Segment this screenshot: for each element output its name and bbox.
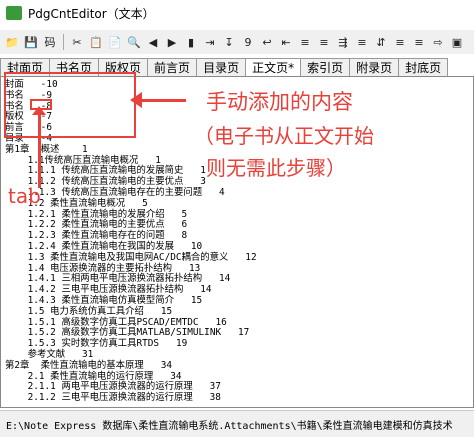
tab-6[interactable]: 索引页 — [301, 58, 351, 77]
find-icon[interactable]: 🔍 — [126, 34, 142, 50]
text-line[interactable]: 第1章 概述 1 — [5, 144, 88, 155]
move-down-icon[interactable]: ↧ — [221, 34, 237, 50]
app-icon — [6, 6, 22, 20]
text-line[interactable]: 1.5 电力系统仿真工具介绍 15 — [5, 306, 173, 317]
tab-annotation-label: tab — [8, 184, 41, 208]
tab-7[interactable]: 附录页 — [350, 58, 400, 77]
annotation-line1: （电子书从正文开始 — [194, 124, 374, 148]
text-line[interactable]: 1.4.1 三相两电平电压源换流器拓扑结构 14 — [5, 274, 231, 284]
back-icon[interactable]: ◀ — [145, 34, 161, 50]
open-file-icon[interactable]: 📁 — [4, 34, 20, 50]
save-icon[interactable]: 💾 — [23, 34, 39, 50]
mark-icon[interactable]: ▮ — [183, 34, 199, 50]
forward-icon[interactable]: ▶ — [164, 34, 180, 50]
text-line[interactable]: 第2章 柔性直流输电的基本原理 34 — [5, 360, 172, 371]
align-left-icon[interactable]: ≡ — [316, 34, 332, 50]
list-icon-3[interactable]: ≡ — [411, 34, 427, 50]
tab-arrow-line — [38, 108, 41, 188]
annotation-arrow — [136, 99, 186, 102]
encoding-button[interactable]: 码 — [42, 34, 58, 50]
status-bar: E:\Note Express 数据库\柔性直流输电系统.Attachments… — [0, 410, 474, 437]
tab-3[interactable]: 前言页 — [148, 58, 198, 77]
text-line[interactable]: 2.1.1 两电平电压源换流器的运行原理 37 — [5, 382, 221, 392]
file-path: E:\Note Express 数据库\柔性直流输电系统.Attachments… — [6, 420, 453, 432]
arrow-up-icon — [32, 106, 46, 115]
text-line[interactable]: 1.5.3 实时数字仿真工具RTDS 19 — [5, 339, 188, 349]
text-line[interactable]: 1.2.4 柔性直流输电在我国的发展 10 — [5, 242, 203, 252]
annotation-box — [4, 72, 136, 138]
list-icon[interactable]: ≡ — [354, 34, 370, 50]
view-icon[interactable]: ▣ — [449, 34, 465, 50]
text-line[interactable]: 1.1.1 传统高压直流输电的发展简史 1 — [5, 166, 206, 176]
text-line[interactable]: 1.2.2 柔性直流输电的主要优点 6 — [5, 220, 188, 230]
annotation-line2: 则无需此步骤） — [206, 156, 346, 180]
paste-icon[interactable]: 📋 — [88, 34, 104, 50]
list-icon-2[interactable]: ≡ — [392, 34, 408, 50]
arrow-head-icon — [130, 92, 142, 108]
tab-8[interactable]: 封底页 — [399, 58, 449, 77]
tab-5[interactable]: 正文页* — [246, 58, 302, 77]
text-line[interactable]: 参考文献 31 — [5, 350, 94, 360]
text-line[interactable]: 2.1.2 三电平电压源换流器的运行原理 38 — [5, 393, 221, 403]
text-line[interactable]: 1.4.2 三电平电压源换流器拓扑结构 14 — [5, 285, 212, 295]
title-bar: PdgCntEditor（文本） — [0, 0, 474, 26]
toolbar-separator — [63, 34, 64, 50]
text-line[interactable]: 1.4.3 柔性直流输电仿真模型简介 15 — [5, 296, 203, 306]
text-line[interactable]: 1.5.2 高级数字仿真工具MATLAB/SIMULINK 17 — [5, 328, 250, 338]
tab-4[interactable]: 目录页 — [197, 58, 247, 77]
number-icon[interactable]: 9 — [240, 34, 256, 50]
outdent-icon[interactable]: ⇤ — [278, 34, 294, 50]
text-line[interactable]: 1.2.3 柔性直流输电存在的问题 8 — [5, 231, 188, 241]
next-icon[interactable]: ⇨ — [430, 34, 446, 50]
undo-icon[interactable]: ↩ — [259, 34, 275, 50]
sort-icon[interactable]: ⇵ — [373, 34, 389, 50]
expand-icon[interactable]: ⇶ — [335, 34, 351, 50]
cut-icon[interactable]: ✂ — [69, 34, 85, 50]
indent-icon[interactable]: ⇥ — [202, 34, 218, 50]
toolbar: 📁 💾 码 ✂ 📋 📄 🔍 ◀ ▶ ▮ ⇥ ↧ 9 ↩ ⇤ ≡ ≡ ⇶ ≡ ⇵ … — [0, 30, 474, 54]
copy-icon[interactable]: 📄 — [107, 34, 123, 50]
annotation-title: 手动添加的内容 — [206, 90, 353, 114]
text-line[interactable]: 1.3 柔性直流输电及我国电网AC/DC耦合的意义 12 — [5, 252, 257, 263]
align-icon[interactable]: ≡ — [297, 34, 313, 50]
window-title: PdgCntEditor（文本） — [28, 6, 155, 21]
